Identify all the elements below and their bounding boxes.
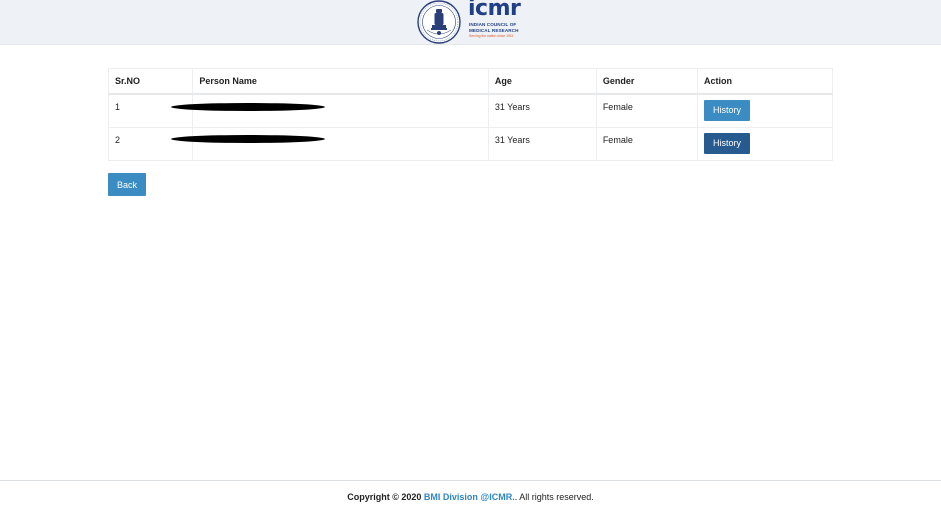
column-header-gender: Gender	[595, 68, 699, 95]
brand-name: icmr	[468, 0, 521, 21]
column-header-sr-no: Sr.NO	[107, 68, 194, 95]
site-header: icmr INDIAN COUNCIL OF MEDICAL RESEARCH …	[0, 0, 941, 45]
rights-text: . All rights reserved.	[514, 492, 594, 502]
table-header-row: Sr.NO Person Name Age Gender Action	[107, 68, 833, 95]
redaction-bar	[171, 134, 326, 143]
cell-action: History	[697, 126, 833, 161]
cell-person-name	[171, 126, 489, 161]
cell-sr-no: 1	[107, 93, 194, 128]
history-button[interactable]: History	[704, 132, 751, 154]
brand-line-2: MEDICAL RESEARCH	[469, 28, 519, 33]
table-row: 2 31 Years Female History	[107, 126, 833, 161]
redaction-bar	[171, 103, 326, 111]
copyright-text: Copyright © 2020	[347, 492, 424, 502]
persons-table-container: Sr.NO Person Name Age Gender Action 1 31…	[107, 68, 833, 161]
cell-age: 31 Years	[487, 93, 597, 128]
cell-gender: Female	[595, 93, 699, 128]
cell-action: History	[697, 93, 833, 128]
cell-age: 31 Years	[487, 126, 597, 161]
cell-gender: Female	[595, 126, 699, 161]
brand-line-1: INDIAN COUNCIL OF	[469, 22, 517, 27]
logo[interactable]: icmr INDIAN COUNCIL OF MEDICAL RESEARCH …	[416, 0, 526, 44]
bmi-division-link[interactable]: BMI Division @ICMR.	[424, 492, 515, 502]
back-button[interactable]: Back	[108, 173, 146, 196]
brand-block: icmr INDIAN COUNCIL OF MEDICAL RESEARCH …	[468, 0, 526, 44]
cell-person-name	[171, 93, 489, 128]
history-button[interactable]: History	[704, 100, 751, 121]
brand-tagline: Serving the nation since 1911	[469, 34, 514, 38]
persons-table: Sr.NO Person Name Age Gender Action 1 31…	[107, 68, 833, 161]
column-header-age: Age	[487, 68, 597, 95]
cell-sr-no: 2	[107, 126, 194, 161]
site-footer: Copyright © 2020 BMI Division @ICMR.. Al…	[0, 480, 941, 515]
icmr-emblem-icon	[417, 0, 461, 44]
column-header-action: Action	[697, 68, 833, 95]
column-header-person-name: Person Name	[192, 68, 489, 95]
table-row: 1 31 Years Female History	[107, 93, 833, 128]
